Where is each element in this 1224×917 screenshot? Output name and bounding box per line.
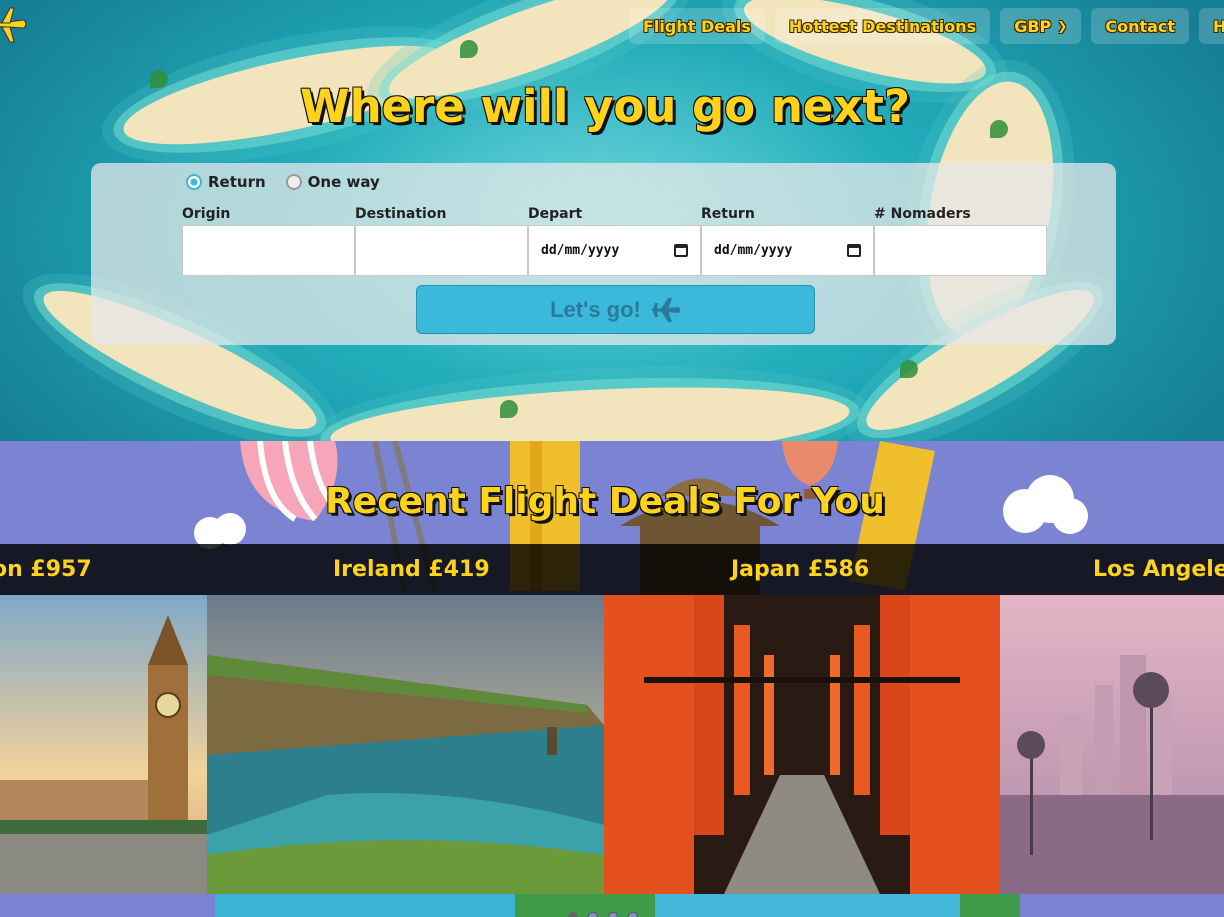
trip-type-one-way-label: One way [307, 173, 380, 191]
plane-logo-icon[interactable] [0, 4, 28, 46]
recent-deals-section: Recent Flight Deals For You on £957 Irel… [0, 441, 1224, 917]
flight-search-form: Return One way Origin Destination Depart… [91, 163, 1116, 345]
nomaders-input[interactable] [874, 225, 1047, 276]
recent-deals-title: Recent Flight Deals For You [325, 481, 885, 522]
trip-type-return[interactable]: Return [186, 173, 266, 191]
return-date-placeholder: dd/mm/yyyy [714, 243, 793, 258]
hero-banner: Flight Deals Hottest Destinations GBP ❯ … [0, 0, 1224, 441]
currency-dropdown[interactable]: GBP ❯ [1000, 8, 1082, 44]
deal-photo-los-angeles[interactable] [1000, 595, 1224, 894]
lets-go-button[interactable]: Let's go! [416, 285, 815, 334]
origin-label: Origin [182, 206, 231, 222]
nav-home[interactable]: Ho [1199, 8, 1224, 44]
radio-one-way[interactable] [285, 174, 302, 190]
depart-date-placeholder: dd/mm/yyyy [541, 243, 620, 258]
nav-flight-deals-label: Flight Deals [643, 16, 751, 36]
chevron-down-icon: ❯ [1057, 19, 1068, 33]
deal-photo-ireland[interactable] [207, 595, 604, 894]
return-field-group: Return dd/mm/yyyy [701, 205, 874, 276]
destination-label: Destination [355, 206, 447, 222]
carousel-dot-3[interactable] [608, 912, 618, 917]
palm-tree-decoration [460, 40, 478, 58]
plane-icon [651, 297, 680, 322]
nav-hottest-destinations-label: Hottest Destinations [788, 16, 977, 36]
destination-input[interactable] [355, 225, 528, 276]
radio-return[interactable] [186, 174, 202, 190]
nav-contact-label: Contact [1105, 16, 1176, 36]
currency-label: GBP [1014, 16, 1052, 36]
return-date-input[interactable]: dd/mm/yyyy [701, 225, 874, 276]
nav-flight-deals[interactable]: Flight Deals [629, 8, 765, 44]
trip-type-return-label: Return [208, 173, 266, 191]
search-fields: Origin Destination Depart dd/mm/yyyy Ret… [182, 205, 1047, 276]
carousel-dot-4[interactable] [628, 912, 638, 917]
ticker-deal-london[interactable]: on £957 [0, 544, 92, 595]
ticker-deal-los-angeles[interactable]: Los Angeles [1093, 544, 1224, 595]
nav-hottest-destinations[interactable]: Hottest Destinations [774, 8, 991, 44]
ticker-deal-japan[interactable]: Japan £586 [731, 544, 869, 595]
deal-photo-japan[interactable] [604, 595, 1000, 894]
palm-tree-decoration [900, 360, 918, 378]
origin-input[interactable] [182, 225, 355, 276]
depart-date-input[interactable]: dd/mm/yyyy [528, 225, 701, 276]
nomaders-field-group: # Nomaders [874, 205, 1047, 276]
depart-label: Depart [528, 206, 583, 222]
deals-ticker: on £957 Ireland £419 Japan £586 Los Ange… [0, 544, 1224, 595]
ticker-deal-ireland[interactable]: Ireland £419 [333, 544, 490, 595]
calendar-icon[interactable] [674, 244, 688, 257]
calendar-icon[interactable] [847, 244, 861, 257]
main-nav: Flight Deals Hottest Destinations GBP ❯ … [629, 8, 1224, 44]
trip-type-group: Return One way [186, 173, 380, 191]
nav-contact[interactable]: Contact [1091, 8, 1190, 44]
depart-field-group: Depart dd/mm/yyyy [528, 205, 701, 276]
return-label: Return [701, 206, 755, 222]
palm-tree-decoration [500, 400, 518, 418]
nomaders-label: # Nomaders [874, 206, 971, 222]
trip-type-one-way[interactable]: One way [285, 173, 380, 191]
hero-title: Where will you go next? [299, 80, 911, 133]
carousel-dot-2[interactable] [588, 912, 598, 917]
nav-home-label: Ho [1213, 16, 1224, 36]
destination-field-group: Destination [355, 205, 528, 276]
carousel-dot-1[interactable] [568, 912, 578, 917]
lets-go-label: Let's go! [550, 296, 641, 322]
origin-field-group: Origin [182, 205, 355, 276]
deals-carousel [0, 595, 1224, 894]
deal-photo-london[interactable] [0, 595, 207, 894]
island-decoration [328, 376, 852, 441]
